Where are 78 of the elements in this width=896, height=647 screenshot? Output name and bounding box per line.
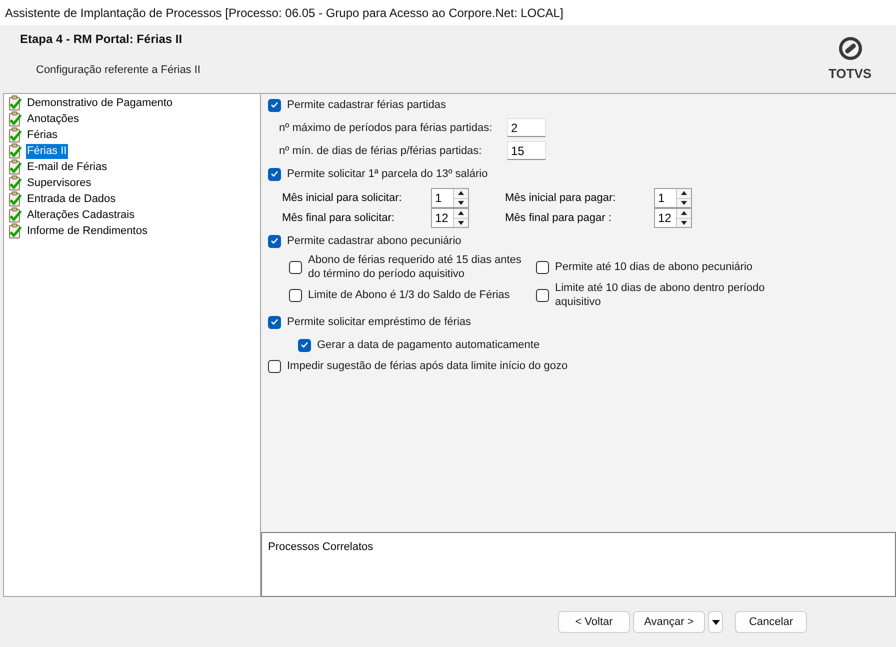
number-field[interactable]: 15 <box>507 141 546 160</box>
check-icon <box>271 102 278 108</box>
spin-box[interactable]: 1 <box>654 188 692 208</box>
up-arrow-icon <box>681 211 687 216</box>
check-icon <box>271 319 278 325</box>
down-arrow-icon <box>681 200 687 205</box>
field-label: Mês final para solicitar: <box>282 212 396 224</box>
checkbox-label: Permite cadastrar férias partidas <box>287 98 446 112</box>
checkbox[interactable] <box>298 338 311 352</box>
caret-icon <box>712 620 720 624</box>
tree-item[interactable]: Férias <box>26 128 59 142</box>
clipboard-check-icon <box>8 127 22 143</box>
checkbox-label: Limite até 10 dias de abono dentro período aquisitivo <box>555 281 766 309</box>
clipboard-check-icon <box>8 111 22 127</box>
clipboard-check-icon <box>8 191 22 207</box>
checkbox-label: Limite de Abono é 1/3 do Saldo de Férias <box>308 288 511 302</box>
checkbox[interactable] <box>289 288 302 302</box>
step-title: Etapa 4 - RM Portal: Férias II <box>20 32 184 46</box>
spin-up-button[interactable] <box>454 209 468 218</box>
checkbox-label: Permite solicitar 1ª parcela do 13º salário <box>287 167 488 181</box>
wizard-button[interactable]: Cancelar <box>735 611 807 633</box>
field-label: Mês inicial para solicitar: <box>282 192 403 204</box>
down-arrow-icon <box>458 200 464 205</box>
tree-item[interactable]: Informe de Rendimentos <box>26 224 148 238</box>
panel-title: Processos Correlatos <box>268 541 374 553</box>
up-arrow-icon <box>458 211 464 216</box>
spin-box[interactable]: 12 <box>431 208 469 228</box>
dropdown-button[interactable] <box>708 611 723 633</box>
spin-box[interactable]: 1 <box>431 188 469 208</box>
clipboard-check-icon <box>8 207 22 223</box>
checkbox[interactable] <box>268 98 281 112</box>
ring-logo-icon <box>838 37 862 60</box>
tree-item[interactable]: E-mail de Férias <box>26 160 108 174</box>
field-label: Mês final para pagar : <box>505 212 612 224</box>
clipboard-check-icon <box>8 175 22 191</box>
check-icon <box>301 342 308 348</box>
tree-item[interactable]: Alterações Cadastrais <box>26 208 136 222</box>
checkbox-label: Gerar a data de pagamento automaticamente <box>317 338 540 352</box>
tree-item[interactable]: Entrada de Dados <box>26 192 117 206</box>
down-arrow-icon <box>458 220 464 225</box>
clipboard-check-icon <box>8 159 22 175</box>
checkbox[interactable] <box>536 260 549 274</box>
tree-item[interactable]: Férias II <box>26 144 68 158</box>
checkbox-label: Impedir sugestão de férias após data limite início do gozo <box>287 359 568 373</box>
step-subtitle: Configuração referente a Férias II <box>36 63 200 77</box>
checkbox-label: Permite solicitar empréstimo de férias <box>287 315 472 329</box>
checkbox[interactable] <box>289 260 302 274</box>
field-label: nº máximo de períodos para férias partidas: <box>279 122 494 134</box>
spin-up-button[interactable] <box>677 189 691 198</box>
checkbox[interactable] <box>268 360 281 372</box>
down-arrow-icon <box>681 220 687 225</box>
checkbox[interactable] <box>536 288 549 302</box>
tree-item[interactable]: Anotações <box>26 112 80 126</box>
up-arrow-icon <box>458 191 464 196</box>
checkbox[interactable] <box>268 316 281 328</box>
spin-box[interactable]: 12 <box>654 208 692 228</box>
check-icon <box>271 171 278 177</box>
checkbox-label: Permite cadastrar abono pecuniário <box>287 234 462 248</box>
clipboard-check-icon <box>8 223 22 239</box>
number-field[interactable]: 2 <box>507 118 546 137</box>
spin-up-button[interactable] <box>677 209 691 218</box>
tree-item[interactable]: Demonstrativo de Pagamento <box>26 96 174 110</box>
wizard-button[interactable]: Avançar > <box>633 611 705 633</box>
checkbox-label: Permite até 10 dias de abono pecuniário <box>555 260 754 274</box>
check-icon <box>271 238 278 244</box>
checkbox[interactable] <box>268 234 281 248</box>
clipboard-check-icon <box>8 95 22 111</box>
tree-item[interactable]: Supervisores <box>26 176 92 190</box>
field-label: Mês inicial para pagar: <box>505 192 617 204</box>
clipboard-check-icon <box>8 143 22 159</box>
window-title: Assistente de Implantação de Processos [Processo: 06.05 - Grupo para Acesso ao Corpore.Net: LOCAL] <box>5 6 564 20</box>
up-arrow-icon <box>681 191 687 196</box>
checkbox[interactable] <box>268 168 281 180</box>
field-label: nº mín. de dias de férias p/férias partidas: <box>279 144 483 156</box>
spin-up-button[interactable] <box>454 189 468 198</box>
checkbox-label: Abono de férias requerido até 15 dias antes do término do período aquisitivo <box>308 253 522 281</box>
logo-wordmark: TOTVS <box>828 67 872 81</box>
wizard-button[interactable]: < Voltar <box>558 611 630 633</box>
